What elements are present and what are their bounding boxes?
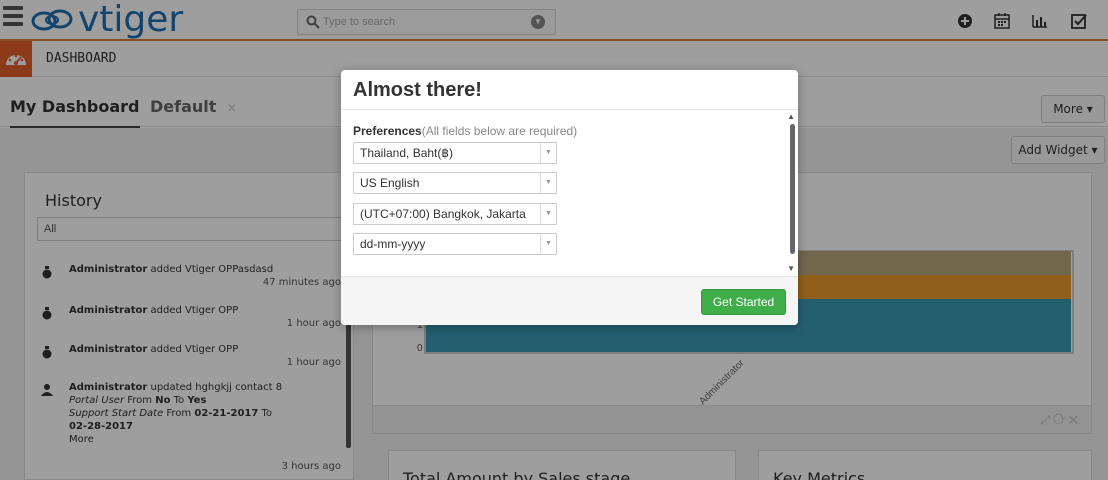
chevron-down-icon: ▼ xyxy=(540,173,556,193)
select-value: (UTC+07:00) Bangkok, Jakarta xyxy=(360,207,526,221)
modal-title: Almost there! xyxy=(353,79,482,101)
language-select[interactable]: US English ▼ xyxy=(353,172,557,194)
scroll-down-icon[interactable]: ▼ xyxy=(787,264,795,273)
scrollbar[interactable] xyxy=(790,124,795,254)
currency-select[interactable]: Thailand, Baht(฿) ▼ xyxy=(353,142,557,164)
chevron-down-icon: ▼ xyxy=(540,143,556,163)
select-value: US English xyxy=(360,176,420,190)
scroll-up-icon[interactable]: ▲ xyxy=(787,112,795,121)
preferences-modal: Almost there! Preferences(All fields bel… xyxy=(341,70,798,325)
select-value: dd-mm-yyyy xyxy=(360,237,426,251)
pref-note: (All fields below are required) xyxy=(421,124,578,138)
select-value: Thailand, Baht(฿) xyxy=(360,146,454,160)
get-started-button[interactable]: Get Started xyxy=(701,289,786,315)
date-format-select[interactable]: dd-mm-yyyy ▼ xyxy=(353,233,557,255)
preferences-label: Preferences(All fields below are require… xyxy=(353,124,577,138)
timezone-select[interactable]: (UTC+07:00) Bangkok, Jakarta ▼ xyxy=(353,203,557,225)
divider xyxy=(341,109,798,110)
modal-footer: Get Started xyxy=(341,276,798,325)
chevron-down-icon: ▼ xyxy=(540,234,556,254)
chevron-down-icon: ▼ xyxy=(540,204,556,224)
pref-heading: Preferences xyxy=(353,124,422,138)
